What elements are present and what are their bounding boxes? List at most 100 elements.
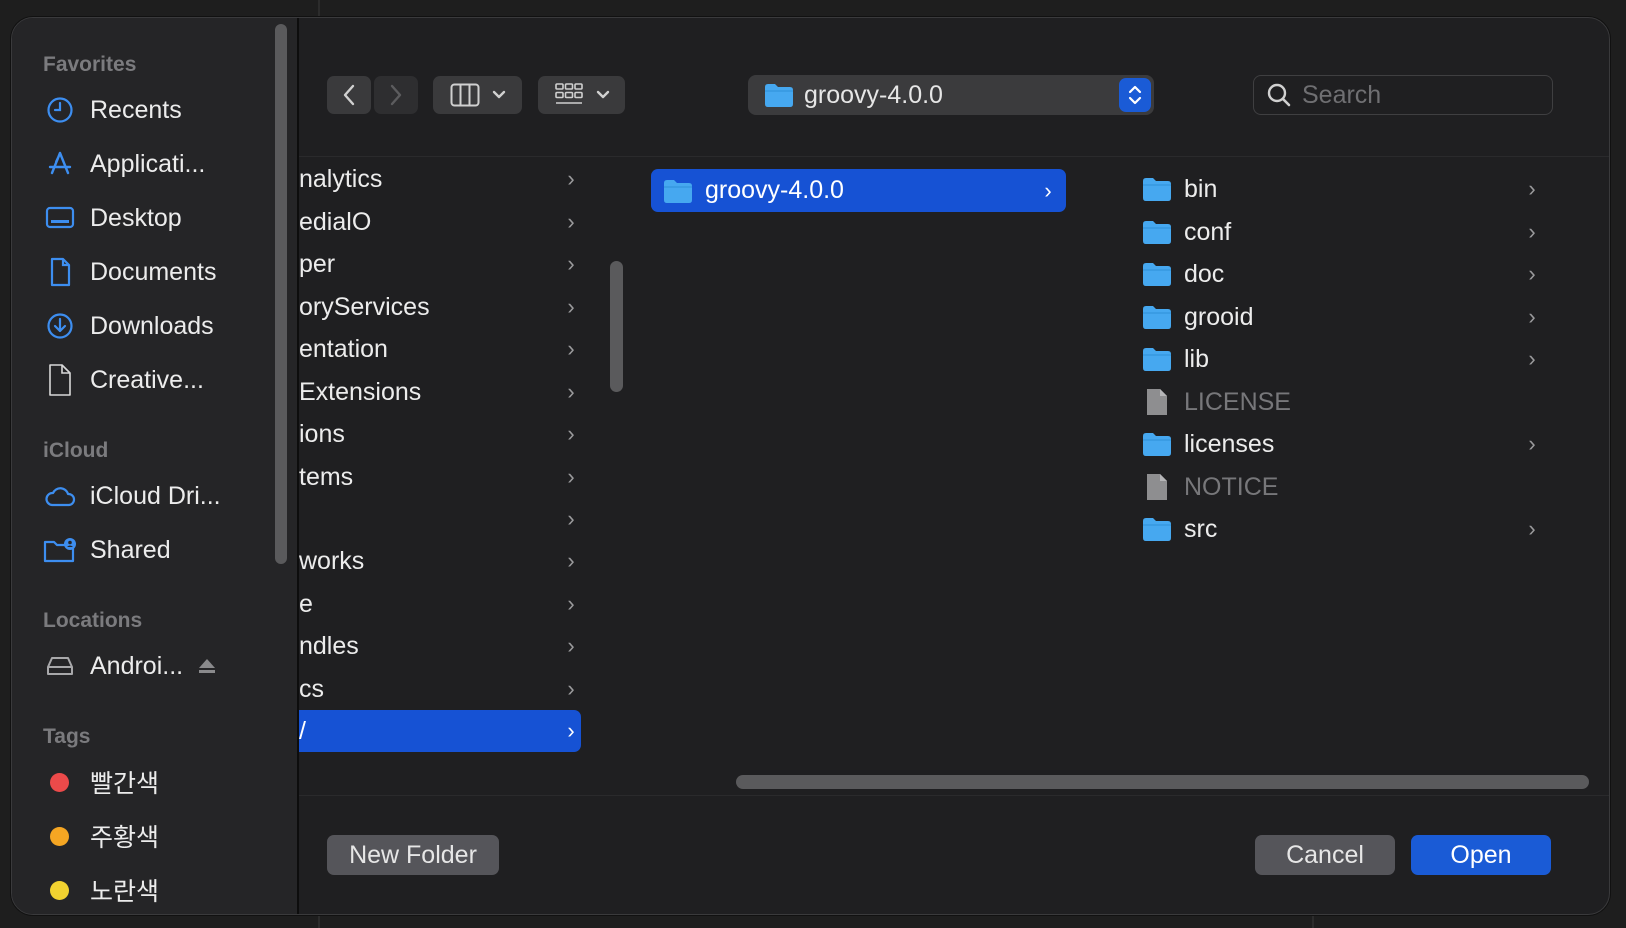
chevron-right-icon: › xyxy=(567,251,575,276)
search-field[interactable] xyxy=(1253,75,1553,115)
chevron-right-icon: › xyxy=(1528,304,1536,329)
file-icon xyxy=(1142,473,1172,501)
sidebar-item-desktop[interactable]: Desktop xyxy=(43,195,273,241)
download-icon xyxy=(43,309,77,343)
sidebar-item-downloads[interactable]: Downloads xyxy=(43,303,273,349)
folder-icon xyxy=(1142,176,1172,202)
toolbar-divider xyxy=(299,156,1609,157)
folder-icon xyxy=(1142,261,1172,287)
sidebar-item-label: Creative... xyxy=(90,365,204,394)
chevron-right-icon xyxy=(389,83,403,107)
sidebar-item-tag-red[interactable]: 빨간색 xyxy=(43,759,273,805)
file-icon xyxy=(1142,388,1172,416)
updown-stepper-icon[interactable] xyxy=(1119,78,1151,112)
folder-icon xyxy=(764,82,794,108)
chevron-right-icon: › xyxy=(567,464,575,489)
chevron-left-icon xyxy=(342,83,356,107)
list-item[interactable]: doc › xyxy=(1142,253,1542,295)
list-item[interactable]: nalytics › xyxy=(299,158,581,200)
sidebar-item-label: 빨간색 xyxy=(90,770,160,798)
list-item[interactable]: src › xyxy=(1142,508,1542,550)
list-item-selected[interactable]: groovy-4.0.0 › xyxy=(651,169,1066,212)
sidebar-item-label: Recents xyxy=(90,95,182,124)
path-popup[interactable]: groovy-4.0.0 xyxy=(748,75,1154,115)
sidebar-item-label: Androi... xyxy=(90,651,184,680)
chevron-down-icon xyxy=(492,90,506,100)
list-item[interactable]: grooid › xyxy=(1142,296,1542,338)
chevron-right-icon: › xyxy=(567,718,575,743)
list-item[interactable]: › xyxy=(299,498,581,540)
list-item-selected[interactable]: / › xyxy=(299,710,581,752)
chevron-right-icon: › xyxy=(567,633,575,658)
sidebar-item-shared[interactable]: Shared xyxy=(43,527,273,573)
sidebar-item-label: Downloads xyxy=(90,311,214,340)
list-item[interactable]: works › xyxy=(299,540,581,582)
list-item[interactable]: oryServices › xyxy=(299,286,581,328)
folder-icon xyxy=(1142,304,1172,330)
horizontal-scrollbar[interactable] xyxy=(736,775,1589,789)
list-item[interactable]: tems › xyxy=(299,456,581,498)
list-item[interactable]: bin › xyxy=(1142,168,1542,210)
list-item[interactable]: LICENSE xyxy=(1142,381,1542,423)
list-item[interactable]: lib › xyxy=(1142,338,1542,380)
chevron-right-icon: › xyxy=(567,294,575,319)
tag-dot-icon xyxy=(50,826,69,846)
sidebar-item-label: iCloud Dri... xyxy=(90,481,221,510)
sidebar-item-recents[interactable]: Recents xyxy=(43,87,273,133)
applications-icon xyxy=(43,147,77,181)
chevron-right-icon: › xyxy=(567,591,575,616)
list-item[interactable]: licenses › xyxy=(1142,423,1542,465)
chevron-right-icon: › xyxy=(1528,431,1536,456)
sidebar-item-label: Desktop xyxy=(90,203,182,232)
chevron-right-icon: › xyxy=(567,379,575,404)
group-button[interactable] xyxy=(538,76,625,114)
column-1-scrollbar[interactable] xyxy=(610,261,623,392)
favorites-heading: Favorites xyxy=(43,53,137,76)
new-folder-button[interactable]: New Folder xyxy=(327,835,499,875)
cloud-icon xyxy=(43,479,77,513)
list-item[interactable]: cs › xyxy=(299,668,581,710)
sidebar-item-label: 주황색 xyxy=(90,824,160,852)
eject-icon[interactable] xyxy=(197,657,217,675)
sidebar-item-tag-yellow[interactable]: 노란색 xyxy=(43,867,273,913)
back-button[interactable] xyxy=(327,76,371,114)
list-item[interactable]: ndles › xyxy=(299,625,581,667)
list-item[interactable]: per › xyxy=(299,243,581,285)
sidebar-item-android[interactable]: Androi... xyxy=(43,643,273,689)
list-item[interactable]: entation › xyxy=(299,328,581,370)
path-label: groovy-4.0.0 xyxy=(804,80,943,109)
view-mode-button[interactable] xyxy=(433,76,522,114)
sidebar-item-applications[interactable]: Applicati... xyxy=(43,141,273,187)
sidebar-item-icloud-drive[interactable]: iCloud Dri... xyxy=(43,473,273,519)
list-item[interactable]: conf › xyxy=(1142,211,1542,253)
folder-icon xyxy=(1142,219,1172,245)
columns-view-icon xyxy=(450,83,480,107)
list-item[interactable]: edialO › xyxy=(299,201,581,243)
open-button[interactable]: Open xyxy=(1411,835,1551,875)
forward-button[interactable] xyxy=(374,76,418,114)
chevron-right-icon: › xyxy=(567,506,575,531)
desktop-icon xyxy=(43,201,77,235)
chevron-right-icon: › xyxy=(567,548,575,573)
list-item[interactable]: ions › xyxy=(299,413,581,455)
chevron-right-icon: › xyxy=(1528,219,1536,244)
sidebar-item-documents[interactable]: Documents xyxy=(43,249,273,295)
tags-heading: Tags xyxy=(43,725,91,748)
sidebar-scrollbar[interactable] xyxy=(275,24,287,564)
list-item[interactable]: NOTICE xyxy=(1142,466,1542,508)
sidebar-item-creative[interactable]: Creative... xyxy=(43,357,273,403)
list-item[interactable]: e › xyxy=(299,583,581,625)
folder-icon xyxy=(1142,516,1172,542)
sidebar-item-tag-orange[interactable]: 주황색 xyxy=(43,813,273,859)
search-input[interactable] xyxy=(1300,79,1544,111)
search-icon xyxy=(1266,82,1292,108)
tag-dot-icon xyxy=(50,772,69,792)
document-icon xyxy=(43,255,77,289)
list-item[interactable]: Extensions › xyxy=(299,371,581,413)
folder-icon xyxy=(1142,346,1172,372)
icloud-heading: iCloud xyxy=(43,439,109,462)
sidebar-item-label: Applicati... xyxy=(90,149,206,178)
chevron-right-icon: › xyxy=(1528,261,1536,286)
cancel-button[interactable]: Cancel xyxy=(1255,835,1395,875)
chevron-right-icon: › xyxy=(567,676,575,701)
